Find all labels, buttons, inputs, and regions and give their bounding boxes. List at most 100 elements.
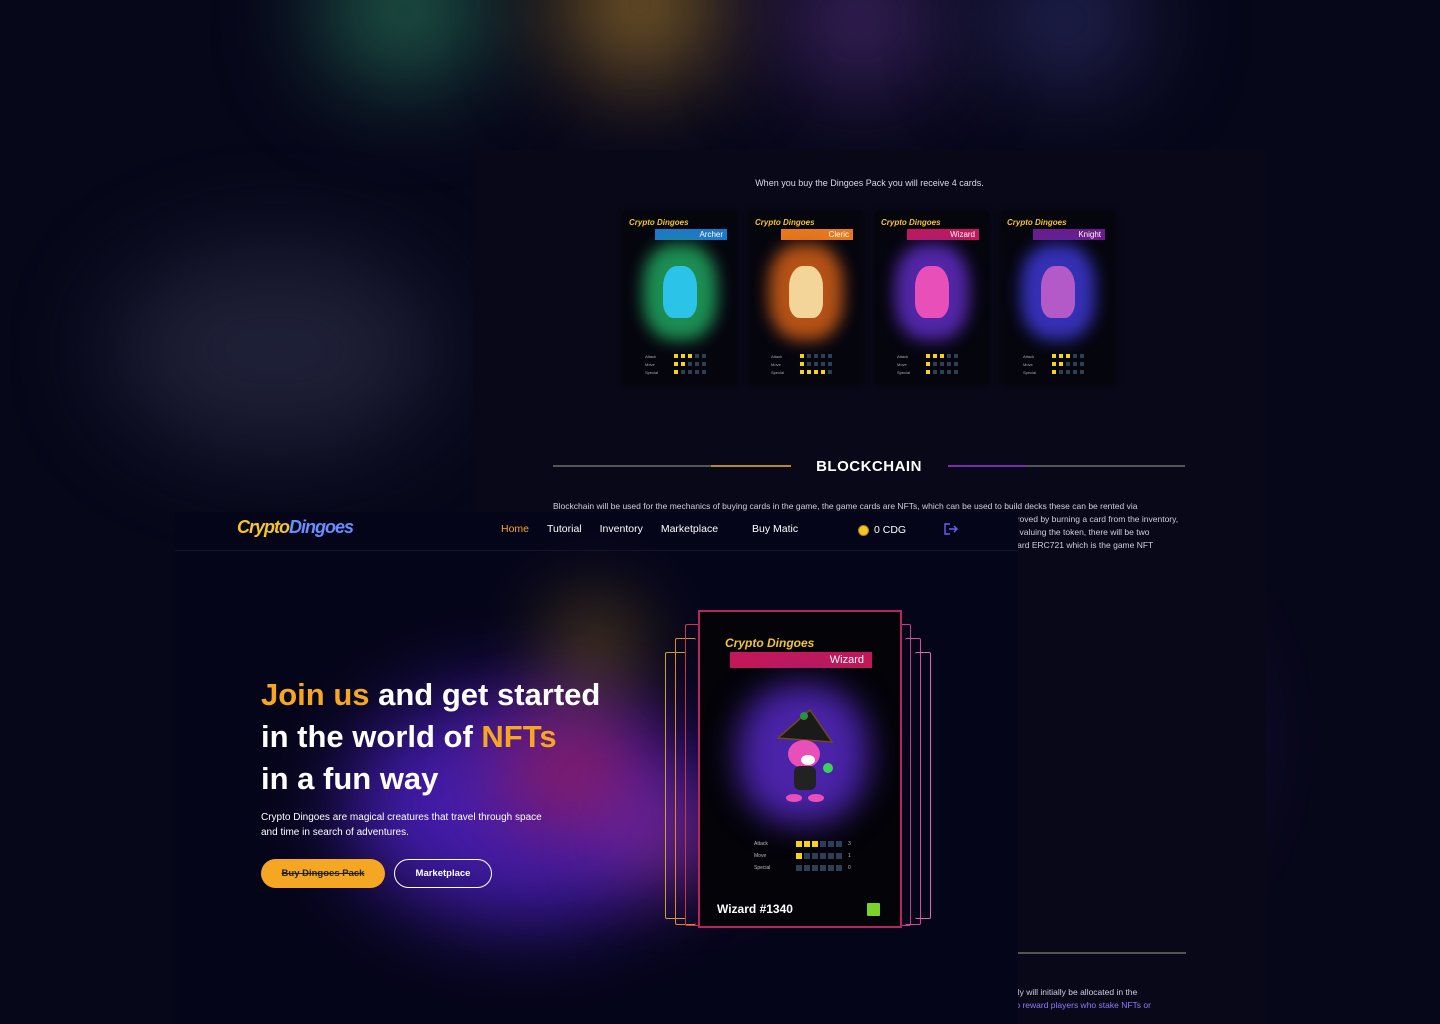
- stat-pip: [796, 853, 802, 859]
- mini-card-logo: Crypto Dingoes: [629, 218, 689, 227]
- logo-text-a: Crypto: [237, 517, 290, 537]
- mini-stat-row: Attack: [897, 352, 958, 360]
- mini-stat-label: Special: [1023, 369, 1037, 375]
- mini-card-stats: Attack Move Special: [897, 352, 958, 376]
- stat-pip: [814, 370, 818, 374]
- marketplace-button[interactable]: Marketplace: [394, 859, 492, 888]
- stat-pip: [933, 362, 937, 366]
- stat-pip: [681, 370, 685, 374]
- card-logo: Crypto Dingoes: [725, 636, 815, 650]
- mini-stat-label: Special: [645, 369, 659, 375]
- stat-pip: [940, 354, 944, 358]
- mini-card-logo: Crypto Dingoes: [755, 218, 815, 227]
- headline-highlight: NFTs: [481, 719, 557, 754]
- stat-pip: [814, 354, 818, 358]
- stat-pip: [688, 370, 692, 374]
- mini-stat-row: Special: [1023, 368, 1084, 376]
- nav-item-inventory[interactable]: Inventory: [600, 523, 643, 535]
- stat-pip: [804, 853, 810, 859]
- stat-pip: [828, 354, 832, 358]
- mini-stat-label: Special: [897, 369, 911, 375]
- stat-pip: [702, 354, 706, 358]
- stat-pip: [804, 865, 810, 871]
- card-name: Wizard #1340: [717, 902, 793, 916]
- section-title: BLOCKCHAIN: [816, 458, 922, 475]
- mini-stat-row: Move: [897, 360, 958, 368]
- mini-card-class: Wizard: [907, 229, 979, 240]
- card-badge-icon: [867, 903, 880, 916]
- stat-pip: [1073, 370, 1077, 374]
- nav-item-marketplace[interactable]: Marketplace: [661, 523, 718, 535]
- mini-stat-label: Move: [1023, 361, 1033, 367]
- pack-card-archer: Crypto Dingoes Archer Attack Move Special: [623, 212, 737, 384]
- mini-card-character: [915, 266, 949, 318]
- stat-pip: [933, 370, 937, 374]
- pack-intro-text: When you buy the Dingoes Pack you will r…: [755, 178, 984, 188]
- stat-pip: [1073, 354, 1077, 358]
- card-class-banner: Wizard: [730, 652, 872, 668]
- logout-icon[interactable]: [944, 523, 958, 535]
- stat-pip: [821, 362, 825, 366]
- stat-pip: [926, 362, 930, 366]
- headline-highlight: Join us: [261, 677, 370, 712]
- stat-pip: [836, 865, 842, 871]
- stat-pip: [1080, 362, 1084, 366]
- buy-pack-button[interactable]: Buy Dingoes Pack: [261, 859, 385, 888]
- backdrop-glow-blue: [990, 0, 1140, 80]
- pack-card-cleric: Crypto Dingoes Cleric Attack Move Special: [749, 212, 863, 384]
- backdrop-glow-orange: [560, 0, 720, 80]
- mini-stat-row: Special: [645, 368, 706, 376]
- mini-stat-label: Attack: [771, 353, 783, 359]
- nav-item-tutorial[interactable]: Tutorial: [547, 523, 582, 535]
- stat-pip: [702, 362, 706, 366]
- stat-pip: [836, 853, 842, 859]
- stat-pip: [947, 362, 951, 366]
- card-stat-value: 0: [848, 865, 851, 871]
- stat-pip: [1052, 370, 1056, 374]
- stat-pip: [926, 354, 930, 358]
- paragraph-link-line[interactable]: to reward players who stake NFTs or: [1013, 999, 1213, 1012]
- stat-pip: [926, 370, 930, 374]
- card-stat-row: Special 0: [754, 862, 851, 874]
- stat-pip: [807, 370, 811, 374]
- hero-subtitle: Crypto Dingoes are magical creatures tha…: [261, 812, 542, 838]
- card-back-pink-r3: [915, 652, 931, 919]
- headline-text: in the world of: [261, 719, 482, 754]
- logo-text-b: Dingoes: [289, 517, 354, 537]
- stat-pip: [821, 370, 825, 374]
- stat-pip: [681, 362, 685, 366]
- mini-card-class: Knight: [1033, 229, 1105, 240]
- stat-pip: [800, 362, 804, 366]
- buy-matic-link[interactable]: Buy Matic: [752, 523, 798, 535]
- stat-pip: [1080, 370, 1084, 374]
- brand-logo[interactable]: CryptoDingoes: [237, 517, 354, 538]
- mini-stat-row: Move: [771, 360, 832, 368]
- nav-item-home[interactable]: Home: [501, 523, 529, 535]
- mini-stat-row: Special: [771, 368, 832, 376]
- stat-pip: [796, 841, 802, 847]
- stat-pip: [828, 362, 832, 366]
- stat-pip: [688, 354, 692, 358]
- mini-stat-label: Move: [771, 361, 781, 367]
- stat-pip: [940, 362, 944, 366]
- stat-pip: [954, 370, 958, 374]
- mini-stat-label: Special: [771, 369, 785, 375]
- stat-pip: [1066, 354, 1070, 358]
- mini-stat-row: Special: [897, 368, 958, 376]
- card-stat-label: Special: [754, 865, 771, 871]
- stat-pip: [1059, 362, 1063, 366]
- headline-line-2: in the world of NFTs: [261, 716, 600, 758]
- tokenomics-paragraph: ply will initially be allocated in the t…: [1013, 986, 1213, 1012]
- mini-card-logo: Crypto Dingoes: [1007, 218, 1067, 227]
- stat-pip: [804, 841, 810, 847]
- stat-pip: [828, 865, 834, 871]
- mini-stat-row: Move: [645, 360, 706, 368]
- hero-headline: Join us and get started in the world of …: [261, 674, 600, 800]
- card-stat-value: 3: [848, 841, 851, 847]
- stat-pip: [800, 354, 804, 358]
- card-stat-value: 1: [848, 853, 851, 859]
- mini-stat-row: Move: [1023, 360, 1084, 368]
- featured-nft-card[interactable]: Crypto Dingoes Wizard Attack 3 Move 1 Specia…: [698, 610, 902, 928]
- stat-pip: [933, 354, 937, 358]
- stat-pip: [695, 362, 699, 366]
